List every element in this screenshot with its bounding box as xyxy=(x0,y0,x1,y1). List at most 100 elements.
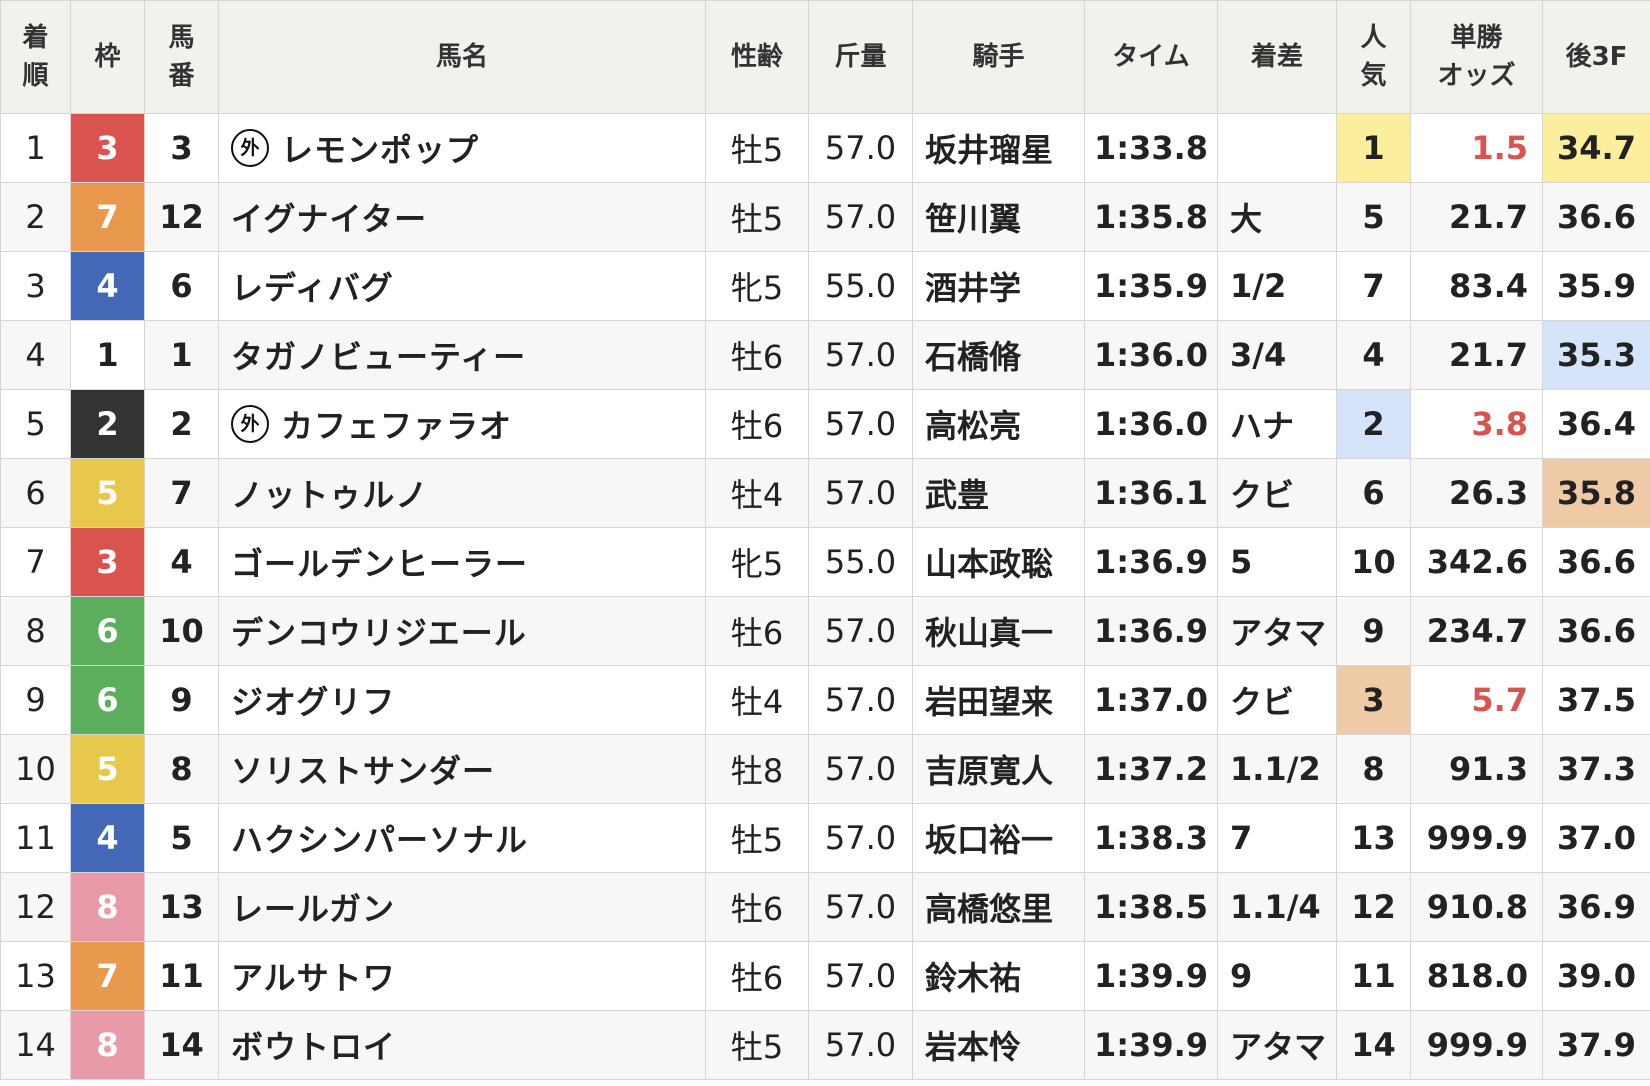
popularity-cell: 1 xyxy=(1336,113,1411,183)
horse-name-link[interactable]: レールガン xyxy=(218,872,706,942)
sex-age-cell: 牝5 xyxy=(705,251,809,321)
waku-cell: 8 xyxy=(70,1010,145,1080)
sex-age-cell: 牡4 xyxy=(705,458,809,528)
header-num[interactable]: 馬番 xyxy=(144,0,219,114)
jockey-link[interactable]: 鈴木祐 xyxy=(912,941,1085,1011)
rank-cell: 2 xyxy=(0,182,71,252)
jockey-link[interactable]: 高橋悠里 xyxy=(912,872,1085,942)
header-jockey[interactable]: 騎手 xyxy=(912,0,1085,114)
margin-cell: 5 xyxy=(1217,527,1337,597)
last-3f-cell: 34.7 xyxy=(1542,113,1650,183)
horse-name-link[interactable]: アルサトワ xyxy=(218,941,706,1011)
header-rank-label: 順 xyxy=(22,61,49,91)
win-odds-cell: 5.7 xyxy=(1410,665,1543,735)
sex-age-cell: 牡6 xyxy=(705,596,809,666)
horse-name-text: ノットゥルノ xyxy=(231,476,429,514)
horse-name-link[interactable]: タガノビューティー xyxy=(218,320,706,390)
horse-number-cell: 2 xyxy=(144,389,219,459)
last-3f-cell: 37.3 xyxy=(1542,734,1650,804)
horse-name-link[interactable]: デンコウリジエール xyxy=(218,596,706,666)
horse-number-cell: 14 xyxy=(144,1010,219,1080)
sex-age-cell: 牡5 xyxy=(705,803,809,873)
win-odds-cell: 818.0 xyxy=(1410,941,1543,1011)
popularity-cell: 10 xyxy=(1336,527,1411,597)
win-odds-cell: 21.7 xyxy=(1410,182,1543,252)
last-3f-cell: 39.0 xyxy=(1542,941,1650,1011)
header-margin-label: 着差 xyxy=(1250,42,1303,72)
header-last3f[interactable]: 後3F xyxy=(1542,0,1650,114)
horse-name-link[interactable]: ハクシンパーソナル xyxy=(218,803,706,873)
last-3f-cell: 36.6 xyxy=(1542,527,1650,597)
jockey-link[interactable]: 岩田望来 xyxy=(912,665,1085,735)
horse-name-link[interactable]: 外レモンポップ xyxy=(218,113,706,183)
horse-name-link[interactable]: イグナイター xyxy=(218,182,706,252)
jockey-link[interactable]: 山本政聡 xyxy=(912,527,1085,597)
header-horse-label: 馬名 xyxy=(435,42,488,72)
table-row: 10 5 8 ソリストサンダー 牡8 57.0 吉原寛人 1:37.2 1.1/2 8 91.3 37… xyxy=(0,734,1650,804)
header-jockey-label: 騎手 xyxy=(972,42,1025,72)
jockey-link[interactable]: 坂口裕一 xyxy=(912,803,1085,873)
jockey-link[interactable]: 酒井学 xyxy=(912,251,1085,321)
rank-cell: 14 xyxy=(0,1010,71,1080)
header-pop[interactable]: 人気 xyxy=(1336,0,1411,114)
header-margin[interactable]: 着差 xyxy=(1217,0,1337,114)
win-odds-cell: 910.8 xyxy=(1410,872,1543,942)
jockey-link[interactable]: 吉原寛人 xyxy=(912,734,1085,804)
win-odds-cell: 83.4 xyxy=(1410,251,1543,321)
rank-cell: 6 xyxy=(0,458,71,528)
waku-cell: 5 xyxy=(70,734,145,804)
header-num-label: 番 xyxy=(168,61,195,91)
weight-cell: 55.0 xyxy=(808,251,913,321)
horse-number-cell: 5 xyxy=(144,803,219,873)
horse-name-link[interactable]: レディバグ xyxy=(218,251,706,321)
table-header: 着順枠馬番 馬名 性齢 斤量 騎手 タイム 着差 人気単勝 オッズ 後3F xyxy=(0,0,1650,114)
header-time[interactable]: タイム xyxy=(1084,0,1218,114)
header-odds[interactable]: 単勝 オッズ xyxy=(1410,0,1543,114)
header-waku[interactable]: 枠 xyxy=(70,0,145,114)
popularity-cell: 14 xyxy=(1336,1010,1411,1080)
horse-number-cell: 12 xyxy=(144,182,219,252)
header-sexage[interactable]: 性齢 xyxy=(705,0,809,114)
time-cell: 1:36.9 xyxy=(1084,596,1218,666)
sex-age-cell: 牡6 xyxy=(705,389,809,459)
margin-cell: 大 xyxy=(1217,182,1337,252)
jockey-link[interactable]: 石橋脩 xyxy=(912,320,1085,390)
win-odds-cell: 234.7 xyxy=(1410,596,1543,666)
jockey-link[interactable]: 武豊 xyxy=(912,458,1085,528)
popularity-cell: 4 xyxy=(1336,320,1411,390)
header-rank[interactable]: 着順 xyxy=(0,0,71,114)
horse-name-link[interactable]: ゴールデンヒーラー xyxy=(218,527,706,597)
horse-name-link[interactable]: 外カフェファラオ xyxy=(218,389,706,459)
header-horse[interactable]: 馬名 xyxy=(218,0,706,114)
jockey-link[interactable]: 岩本怜 xyxy=(912,1010,1085,1080)
horse-name-link[interactable]: ソリストサンダー xyxy=(218,734,706,804)
header-row: 着順枠馬番 馬名 性齢 斤量 騎手 タイム 着差 人気単勝 オッズ 後3F xyxy=(0,0,1650,114)
waku-cell: 7 xyxy=(70,941,145,1011)
jockey-link[interactable]: 高松亮 xyxy=(912,389,1085,459)
horse-name-link[interactable]: ジオグリフ xyxy=(218,665,706,735)
header-odds-label: オッズ xyxy=(1437,61,1516,91)
rank-cell: 3 xyxy=(0,251,71,321)
margin-cell: アタマ xyxy=(1217,1010,1337,1080)
header-weight-label: 斤量 xyxy=(834,42,887,72)
last-3f-cell: 36.6 xyxy=(1542,596,1650,666)
popularity-cell: 3 xyxy=(1336,665,1411,735)
time-cell: 1:39.9 xyxy=(1084,941,1218,1011)
horse-name-link[interactable]: ボウトロイ xyxy=(218,1010,706,1080)
header-weight[interactable]: 斤量 xyxy=(808,0,913,114)
horse-name-text: アルサトワ xyxy=(231,959,396,997)
rank-cell: 4 xyxy=(0,320,71,390)
sex-age-cell: 牡5 xyxy=(705,1010,809,1080)
table-row: 13 7 11 アルサトワ 牡6 57.0 鈴木祐 1:39.9 9 11 818.0 39.0 xyxy=(0,941,1650,1011)
sex-age-cell: 牡5 xyxy=(705,113,809,183)
popularity-cell: 13 xyxy=(1336,803,1411,873)
horse-name-text: カフェファラオ xyxy=(281,407,513,445)
time-cell: 1:33.8 xyxy=(1084,113,1218,183)
jockey-link[interactable]: 笹川翼 xyxy=(912,182,1085,252)
waku-cell: 3 xyxy=(70,527,145,597)
popularity-cell: 5 xyxy=(1336,182,1411,252)
race-results-table: 着順枠馬番馬名 性齢 斤量 騎手 タイム 着差人気単勝 オッズ 後3F 1 3 3 外レモンポップ牡… xyxy=(0,0,1650,1080)
horse-name-link[interactable]: ノットゥルノ xyxy=(218,458,706,528)
jockey-link[interactable]: 坂井瑠星 xyxy=(912,113,1085,183)
jockey-link[interactable]: 秋山真一 xyxy=(912,596,1085,666)
